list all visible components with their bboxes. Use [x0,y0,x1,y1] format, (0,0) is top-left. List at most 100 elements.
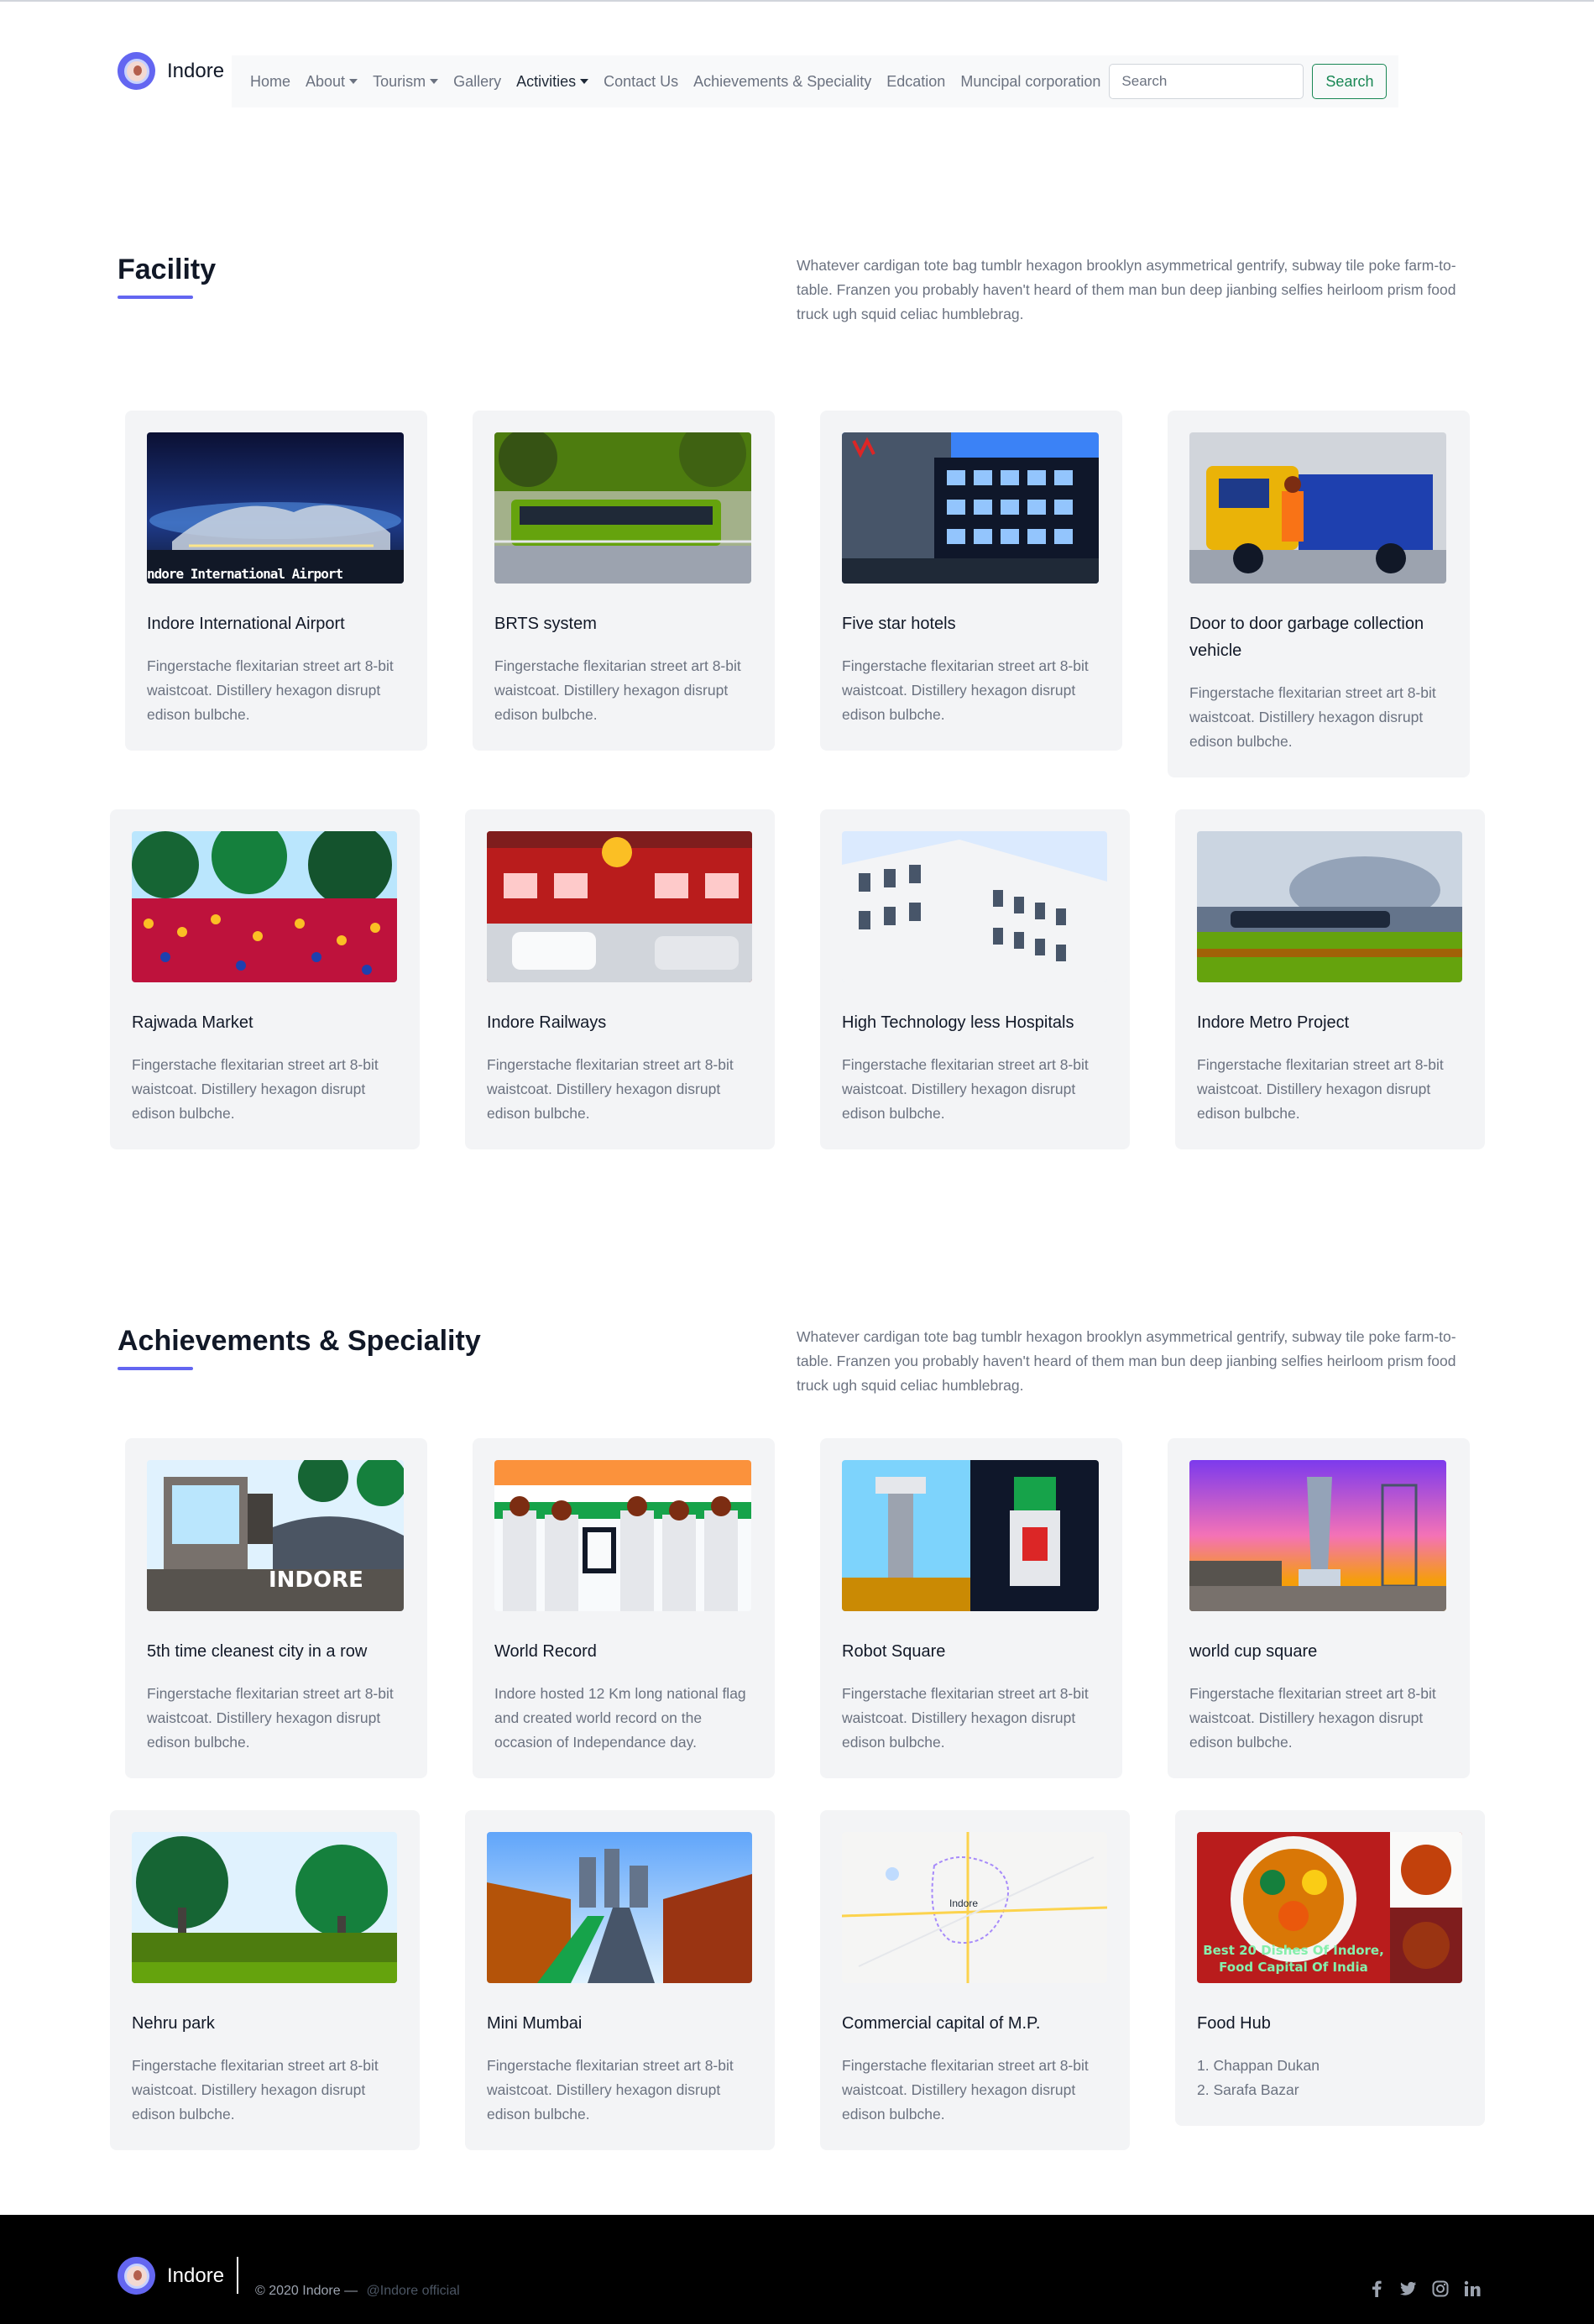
brts-image [494,432,751,584]
airport-image-caption: ndore International Airport [147,566,343,582]
map-image-caption: Indore [949,1897,979,1909]
food-hub-image-caption-line2: Food Capital Of India [1219,1960,1368,1975]
card-text: Fingerstache flexitarian street art 8-bi… [842,2057,1089,2122]
facility-card[interactable]: Indore Railways Fingerstache flexitarian… [465,809,775,1149]
card-title: Mini Mumbai [487,2014,583,2033]
card-title: Robot Square [842,1642,946,1661]
card-title: Food Hub [1197,2014,1271,2033]
nav-activities-label: Activities [516,72,577,90]
linkedin-icon[interactable] [1464,2280,1481,2297]
chevron-down-icon [349,79,358,84]
achievement-card[interactable]: world cup square Fingerstache flexitaria… [1168,1438,1470,1778]
card-title: High Technology less Hospitals [842,1013,1074,1032]
facility-card[interactable]: High Technology less Hospitals Fingersta… [820,809,1130,1149]
card-text: Fingerstache flexitarian street art 8-bi… [842,1685,1089,1751]
footer-brand-name: Indore [167,2264,225,2287]
card-title: BRTS system [494,615,597,633]
facility-title: Facility [118,254,217,285]
facility-description: Whatever cardigan tote bag tumblr hexago… [797,257,1456,322]
card-text: Fingerstache flexitarian street art 8-bi… [147,657,394,723]
achievements-description: Whatever cardigan tote bag tumblr hexago… [797,1328,1456,1394]
footer-copyright: © 2020 Indore — @Indore official [255,2284,460,2299]
card-title: Indore Metro Project [1197,1013,1350,1032]
nav-achievements[interactable]: Achievements & Speciality [693,73,871,91]
mini-mumbai-image [487,1832,752,1983]
food-hub-item: 1. Chappan Dukan [1197,2057,1320,2074]
achievement-card[interactable]: Indore Commercial capital of M.P. Finger… [820,1810,1130,2150]
food-hub-image-caption-line1: Best 20 Dishes Of Indore, [1203,1943,1384,1958]
world-cup-square-image [1189,1460,1446,1611]
garbage-vehicle-image [1189,432,1446,584]
card-text: Fingerstache flexitarian street art 8-bi… [132,2057,379,2122]
card-title: Door to door garbage collection vehicle [1189,615,1424,660]
logo-icon [118,52,155,90]
card-text: Fingerstache flexitarian street art 8-bi… [487,1056,734,1122]
card-title: Five star hotels [842,615,956,633]
achievement-card[interactable]: Nehru park Fingerstache flexitarian stre… [110,1810,420,2150]
facility-card[interactable]: Five star hotels Fingerstache flexitaria… [820,411,1122,751]
search-button[interactable]: Search [1312,64,1388,99]
nav-tourism-label: Tourism [373,72,426,90]
card-title: Commercial capital of M.P. [842,2014,1041,2033]
card-text: Fingerstache flexitarian street art 8-bi… [147,1685,394,1751]
search-input[interactable] [1109,64,1304,99]
facility-card[interactable]: ndore International Airport Indore Inter… [125,411,427,751]
nav-about[interactable]: About [306,73,358,91]
achievement-card[interactable]: Robot Square Fingerstache flexitarian st… [820,1438,1122,1778]
hospital-image [842,831,1107,982]
card-title: 5th time cleanest city in a row [147,1642,368,1661]
metro-image [1197,831,1462,982]
card-title: Indore Railways [487,1013,607,1032]
nav-education[interactable]: Edcation [886,73,945,91]
card-text: Fingerstache flexitarian street art 8-bi… [1197,1056,1444,1122]
card-text: Fingerstache flexitarian street art 8-bi… [842,657,1089,723]
map-image: Indore [842,1832,1107,1983]
facebook-icon[interactable] [1368,2280,1385,2297]
facility-card[interactable]: Rajwada Market Fingerstache flexitarian … [110,809,420,1149]
brand-name: Indore [167,59,225,82]
card-text: 1. Chappan Dukan 2. Sarafa Bazar [1197,2054,1463,2102]
nav-gallery[interactable]: Gallery [453,73,501,91]
railways-image [487,831,752,982]
twitter-icon[interactable] [1400,2280,1417,2297]
achievement-card[interactable]: Best 20 Dishes Of Indore, Food Capital O… [1175,1810,1485,2126]
achievements-underline [118,1367,193,1370]
food-hub-image: Best 20 Dishes Of Indore, Food Capital O… [1197,1832,1462,1983]
nav-municipal[interactable]: Muncipal corporation [960,73,1100,91]
navbar: Home About Tourism Gallery Activities Co… [232,55,1398,107]
cleanest-city-image-caption: INDORE [269,1568,363,1593]
achievement-card[interactable]: Mini Mumbai Fingerstache flexitarian str… [465,1810,775,2150]
brand[interactable]: Indore [118,52,224,90]
card-text: Fingerstache flexitarian street art 8-bi… [487,2057,734,2122]
card-title: World Record [494,1642,597,1661]
instagram-icon[interactable] [1432,2280,1449,2297]
footer-handle-link[interactable]: @Indore official [367,2284,460,2298]
card-text: Fingerstache flexitarian street art 8-bi… [132,1056,379,1122]
card-title: Rajwada Market [132,1013,253,1032]
nav-tourism[interactable]: Tourism [373,72,439,91]
chevron-down-icon [580,79,589,84]
airport-image: ndore International Airport [147,432,404,584]
social-links [1368,2280,1481,2297]
facility-underline [118,296,193,299]
card-text: Fingerstache flexitarian street art 8-bi… [842,1056,1089,1122]
nehru-park-image [132,1832,397,1983]
logo-icon [118,2257,155,2295]
cleanest-city-image: INDORE [147,1460,404,1611]
achievement-card[interactable]: INDORE 5th time cleanest city in a row F… [125,1438,427,1778]
footer-brand[interactable]: Indore [118,2257,224,2295]
top-border [0,0,1594,2]
achievement-card[interactable]: World Record Indore hosted 12 Km long na… [473,1438,775,1778]
facility-card[interactable]: BRTS system Fingerstache flexitarian str… [473,411,775,751]
card-title: Nehru park [132,2014,215,2033]
nav-about-label: About [306,72,346,90]
card-text: Indore hosted 12 Km long national flag a… [494,1685,746,1751]
card-title: world cup square [1189,1642,1318,1661]
nav-activities[interactable]: Activities [516,72,589,91]
nav-contact[interactable]: Contact Us [604,73,678,91]
facility-card[interactable]: Door to door garbage collection vehicle … [1168,411,1470,777]
nav-home[interactable]: Home [250,73,290,91]
footer-divider [237,2257,238,2294]
facility-card[interactable]: Indore Metro Project Fingerstache flexit… [1175,809,1485,1149]
hotel-image [842,432,1099,584]
